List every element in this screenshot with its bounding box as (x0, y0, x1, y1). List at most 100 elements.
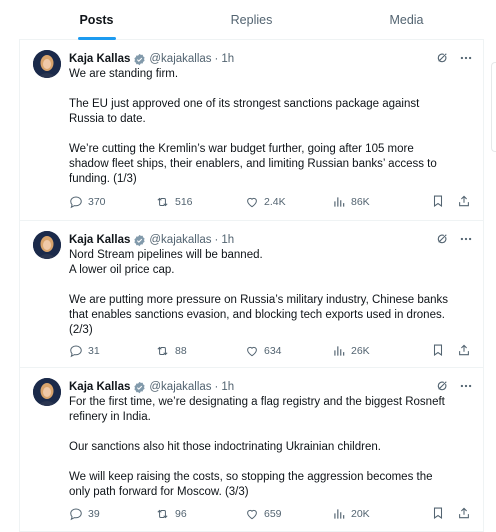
more-icon[interactable] (459, 51, 473, 68)
repost-icon (155, 507, 170, 521)
grok-icon[interactable] (436, 379, 449, 395)
like-count: 634 (264, 345, 282, 357)
text-line: shadow fleet ships, their enablers, and … (69, 158, 437, 170)
like-count: 659 (264, 508, 282, 520)
author-handle[interactable]: @kajakallas (149, 234, 211, 246)
tweet[interactable]: Kaja Kallas @kajakallas · 1h Nord Stream… (20, 221, 483, 368)
repost-button[interactable]: 88 (155, 344, 187, 358)
tab-posts[interactable]: Posts (19, 0, 174, 39)
more-icon[interactable] (459, 232, 473, 249)
bookmark-icon[interactable] (431, 194, 445, 211)
reply-count: 31 (88, 345, 100, 357)
author-name[interactable]: Kaja Kallas (69, 381, 130, 393)
separator-dot: · (214, 234, 219, 246)
author-handle[interactable]: @kajakallas (149, 53, 211, 65)
text-line: The EU just approved one of its stronges… (69, 98, 420, 110)
grok-icon[interactable] (436, 51, 449, 67)
like-icon (245, 507, 259, 521)
reply-icon (69, 344, 83, 358)
share-icon[interactable] (457, 343, 471, 360)
views-count: 20K (351, 508, 370, 520)
side-panel-edge (491, 62, 496, 152)
text-line: refinery in India. (69, 411, 151, 423)
text-line: Our sanctions also hit those indoctrinat… (69, 441, 381, 453)
verified-badge-icon (133, 53, 146, 66)
text-line: only path forward for Moscow. (3/3) (69, 486, 249, 498)
separator-dot: · (214, 381, 219, 393)
tweet-header: Kaja Kallas @kajakallas · 1h (69, 379, 473, 395)
share-icon[interactable] (457, 506, 471, 523)
tweet-header: Kaja Kallas @kajakallas · 1h (69, 232, 473, 248)
tweet-text: Nord Stream pipelines will be banned. A … (69, 248, 469, 338)
avatar[interactable] (33, 50, 61, 78)
action-bar: 370 516 2.4K 86K (69, 194, 471, 210)
grok-icon[interactable] (436, 232, 449, 248)
avatar[interactable] (33, 378, 61, 406)
views-button[interactable]: 26K (332, 344, 370, 358)
text-line: Nord Stream pipelines will be banned. (69, 249, 263, 261)
text-line: We’re cutting the Kremlin’s war budget f… (69, 143, 414, 155)
reply-count: 370 (88, 196, 106, 208)
repost-button[interactable]: 96 (155, 507, 187, 521)
repost-count: 88 (175, 345, 187, 357)
like-button[interactable]: 2.4K (245, 195, 286, 209)
text-line: For the first time, we’re designating a … (69, 396, 445, 408)
like-button[interactable]: 634 (245, 344, 282, 358)
repost-icon (155, 344, 170, 358)
bookmark-icon[interactable] (431, 343, 445, 360)
text-line: We are putting more pressure on Russia’s… (69, 294, 449, 306)
tweet-text: For the first time, we’re designating a … (69, 395, 469, 500)
views-count: 86K (351, 196, 370, 208)
tweet-text: We are standing firm. The EU just approv… (69, 67, 469, 187)
tab-replies[interactable]: Replies (174, 0, 329, 39)
avatar[interactable] (33, 231, 61, 259)
reply-button[interactable]: 370 (69, 195, 106, 209)
reply-button[interactable]: 31 (69, 344, 100, 358)
timestamp[interactable]: 1h (221, 234, 234, 246)
share-icon[interactable] (457, 194, 471, 211)
text-line: Russia to date. (69, 113, 146, 125)
tweet-feed: Kaja Kallas @kajakallas · 1h We are stan… (19, 40, 484, 532)
author-name[interactable]: Kaja Kallas (69, 234, 130, 246)
separator-dot: · (214, 53, 219, 65)
like-button[interactable]: 659 (245, 507, 282, 521)
author-name[interactable]: Kaja Kallas (69, 53, 130, 65)
repost-button[interactable]: 516 (155, 195, 193, 209)
views-icon (332, 195, 346, 209)
repost-count: 96 (175, 508, 187, 520)
views-icon (332, 344, 346, 358)
tab-media-label: Media (389, 12, 424, 27)
views-button[interactable]: 86K (332, 195, 370, 209)
repost-count: 516 (175, 196, 193, 208)
tweet[interactable]: Kaja Kallas @kajakallas · 1h We are stan… (20, 40, 483, 221)
views-count: 26K (351, 345, 370, 357)
bookmark-icon[interactable] (431, 506, 445, 523)
reply-icon (69, 195, 83, 209)
text-line: (2/3) (69, 324, 93, 336)
views-icon (332, 507, 346, 521)
text-line: A lower oil price cap. (69, 264, 175, 276)
verified-badge-icon (133, 381, 146, 394)
reply-count: 39 (88, 508, 100, 520)
timestamp[interactable]: 1h (221, 53, 234, 65)
like-icon (245, 195, 259, 209)
text-line: We are standing firm. (69, 68, 179, 80)
tweet[interactable]: Kaja Kallas @kajakallas · 1h For the fir… (20, 368, 483, 532)
text-line: funding. (1/3) (69, 173, 137, 185)
tab-posts-label: Posts (79, 12, 114, 27)
more-icon[interactable] (459, 379, 473, 396)
tab-replies-label: Replies (230, 12, 273, 27)
action-bar: 39 96 659 20K (69, 506, 471, 522)
views-button[interactable]: 20K (332, 507, 370, 521)
reply-button[interactable]: 39 (69, 507, 100, 521)
reply-icon (69, 507, 83, 521)
text-line: that enables sanctions evasion, and bloc… (69, 309, 445, 321)
action-bar: 31 88 634 26K (69, 343, 471, 359)
author-handle[interactable]: @kajakallas (149, 381, 211, 393)
timestamp[interactable]: 1h (221, 381, 234, 393)
text-line: We will keep raising the costs, so stopp… (69, 471, 433, 483)
tab-media[interactable]: Media (329, 0, 484, 39)
repost-icon (155, 195, 170, 209)
profile-tabs: Posts Replies Media (19, 0, 484, 40)
like-count: 2.4K (264, 196, 286, 208)
